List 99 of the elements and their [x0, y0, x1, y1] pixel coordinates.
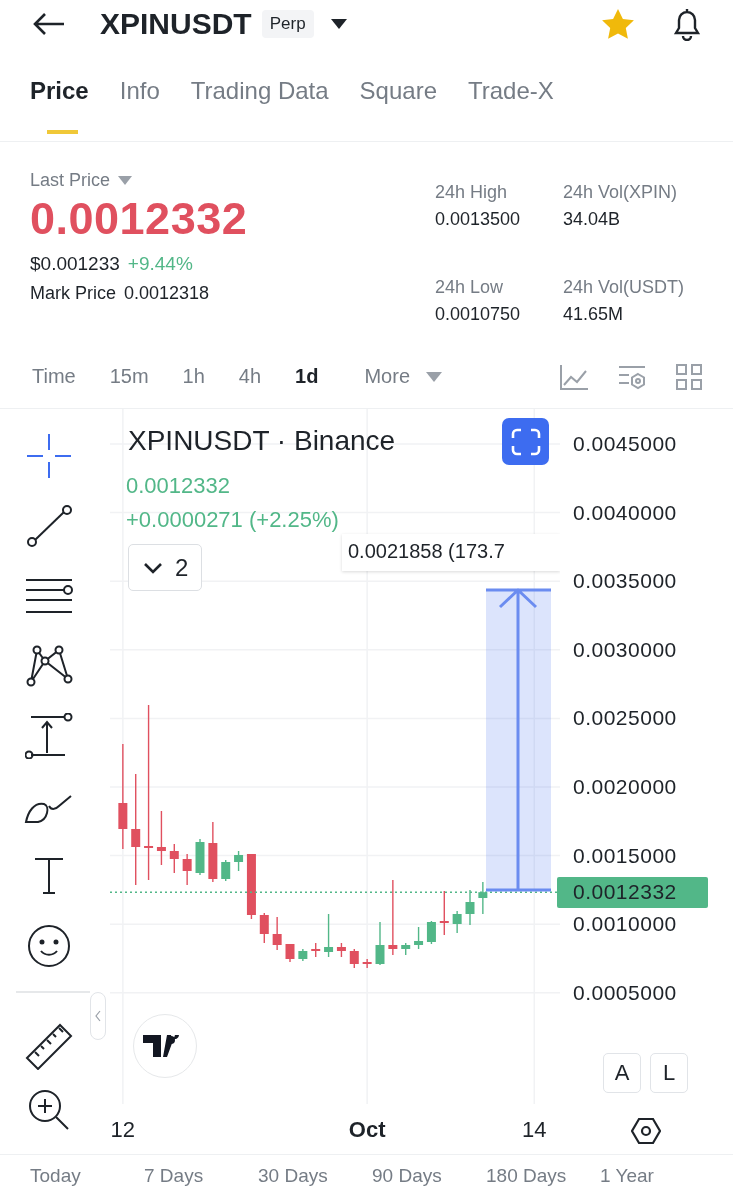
period-label: 30 Days: [258, 1165, 329, 1188]
stat-value: 0.0013500: [435, 209, 522, 230]
period-label: 1 Year: [600, 1165, 655, 1188]
price-axis-label: 0.0005000: [573, 980, 677, 1005]
tab[interactable]: Info: [119, 76, 160, 139]
tab[interactable]: Price: [30, 76, 89, 139]
period-label: 7 Days: [144, 1165, 205, 1188]
current-price-tag: 0.0012332: [557, 877, 708, 908]
candle: [311, 942, 321, 958]
price-axis-label: 0.0020000: [573, 775, 677, 799]
time-axis-label: 12: [109, 1117, 137, 1143]
tab[interactable]: Trading Data: [190, 76, 329, 139]
price-axis-label: 0.0025000: [573, 706, 677, 731]
stat-label: 24h Vol(XPIN): [563, 182, 679, 203]
usd-price: $0.001233: [30, 253, 120, 275]
grid-icon[interactable]: [675, 362, 703, 391]
candle: [324, 913, 334, 958]
chart-price-change: +0.0000271 (+2.25%): [126, 507, 339, 533]
candle: [259, 912, 269, 944]
pattern-icon[interactable]: [25, 644, 73, 688]
price-change: +9.44%: [127, 253, 193, 275]
candle: [452, 910, 462, 934]
tab[interactable]: Trade-X: [468, 76, 554, 139]
last-price: 0.0012332: [30, 193, 249, 245]
candle: [156, 810, 166, 866]
mark-price-label: Mark Price: [30, 283, 116, 304]
price-axis-label: 0.0040000: [573, 500, 677, 525]
stat-label: 24h Vol(USDT): [563, 277, 686, 298]
candle: [272, 916, 282, 951]
measure-drawing[interactable]: [484, 587, 553, 892]
candle: [182, 853, 192, 886]
smiley-icon[interactable]: [26, 923, 72, 969]
parallel-lines-icon[interactable]: [24, 576, 74, 616]
candle: [298, 948, 308, 962]
candle: [401, 942, 411, 956]
fullscreen-button[interactable]: [502, 418, 549, 465]
candle: [349, 948, 359, 969]
zoom-in-icon[interactable]: [27, 1088, 71, 1132]
candle: [439, 890, 449, 936]
back-icon[interactable]: [32, 12, 66, 36]
chevron-left-icon: [95, 1010, 101, 1022]
period-label: 90 Days: [372, 1165, 443, 1188]
candle: [336, 942, 346, 958]
chart-last-price: 0.0012332: [126, 473, 230, 499]
price-axis-label: 0.0015000: [573, 843, 677, 868]
bell-icon[interactable]: [671, 7, 703, 41]
candle: [246, 853, 256, 920]
candle: [478, 881, 488, 915]
mark-price-value: 0.0012318: [124, 283, 210, 304]
interval-tab[interactable]: 4h: [238, 365, 262, 388]
stat-value: 41.65M: [563, 304, 625, 325]
price-axis-label: 0.0035000: [573, 569, 677, 594]
period-label: 180 Days: [486, 1165, 568, 1188]
interval-tab[interactable]: Time: [32, 365, 76, 388]
scale-button[interactable]: A: [603, 1053, 641, 1093]
interval-tab[interactable]: 1h: [182, 365, 205, 388]
price-axis-label: 0.0030000: [573, 637, 677, 662]
price-type-label[interactable]: Last Price: [30, 170, 111, 191]
candle: [465, 889, 475, 926]
stat-label: 24h High: [435, 182, 509, 203]
price-axis-label: 0.0045000: [573, 432, 677, 456]
period-label: Today: [30, 1165, 82, 1188]
chevron-down-icon: [143, 561, 163, 574]
perp-badge: Perp: [261, 10, 314, 38]
candle: [375, 921, 385, 966]
fullscreen-icon: [510, 427, 541, 456]
indicator-toggle[interactable]: 2: [128, 544, 202, 591]
star-icon[interactable]: [601, 8, 635, 40]
candle: [221, 859, 231, 882]
candle: [426, 920, 436, 945]
candle: [362, 958, 372, 969]
text-icon[interactable]: [32, 856, 66, 896]
candle: [169, 843, 179, 874]
interval-tab[interactable]: 15m: [109, 365, 149, 388]
candle: [208, 821, 218, 883]
measure-icon[interactable]: [25, 713, 73, 759]
time-axis-label: 14: [521, 1117, 548, 1143]
candle: [234, 850, 244, 872]
tab[interactable]: Square: [359, 76, 437, 139]
chart-title: XPINUSDT · Binance: [128, 425, 396, 457]
line-chart-icon[interactable]: [559, 362, 589, 391]
trendline-icon[interactable]: [25, 504, 73, 548]
candle: [414, 926, 424, 950]
price-axis-label: 0.0010000: [573, 912, 677, 937]
measure-label: 0.0021858 (173.7: [342, 534, 560, 571]
candle: [195, 838, 205, 876]
more-menu[interactable]: More: [364, 365, 411, 388]
stat-label: 24h Low: [435, 277, 505, 298]
stat-value: 34.04B: [563, 209, 622, 230]
collapse-handle[interactable]: [90, 992, 106, 1040]
crosshair-icon[interactable]: [25, 432, 73, 480]
symbol-title[interactable]: XPINUSDT: [100, 7, 252, 41]
caret-icon[interactable]: [329, 18, 348, 30]
stat-value: 0.0010750: [435, 304, 522, 325]
scale-button[interactable]: L: [650, 1053, 688, 1093]
settings-icon[interactable]: [631, 1116, 661, 1146]
candle: [285, 943, 295, 963]
interval-tab[interactable]: 1d: [295, 365, 319, 388]
time-axis-label: Oct: [347, 1117, 387, 1143]
